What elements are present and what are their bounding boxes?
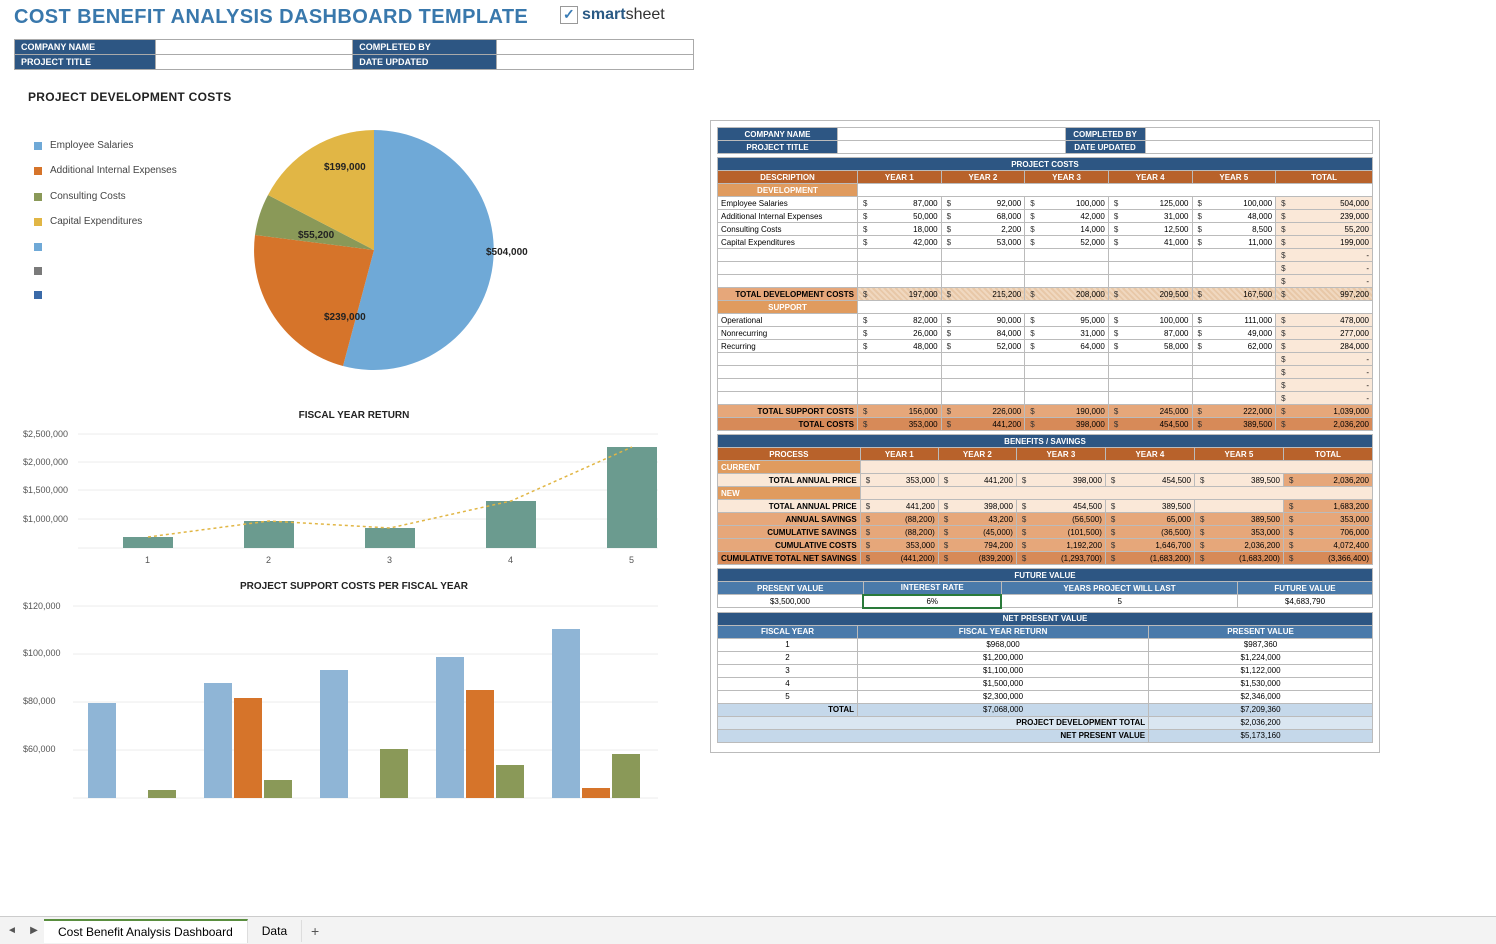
pie-chart: $504,000 $239,000 $55,200 $199,000	[214, 110, 534, 390]
svg-text:4: 4	[508, 555, 513, 565]
project-costs-table: PROJECT COSTS DESCRIPTION YEAR 1 YEAR 2 …	[717, 157, 1373, 431]
svg-text:1: 1	[145, 555, 150, 565]
sheet-tabs: ◄ ▶ Cost Benefit Analysis Dashboard Data…	[0, 916, 1496, 944]
svg-text:$2,000,000: $2,000,000	[23, 457, 68, 467]
company-name-input[interactable]	[155, 40, 352, 55]
pdc-title: PROJECT DEVELOPMENT COSTS	[28, 90, 694, 104]
r-project-input[interactable]	[838, 141, 1066, 154]
svg-text:$1,000,000: $1,000,000	[23, 514, 68, 524]
tab-prev-icon[interactable]: ◄	[2, 921, 22, 941]
r-completed-input[interactable]	[1145, 128, 1373, 141]
svg-text:$2,500,000: $2,500,000	[23, 429, 68, 439]
svg-text:$100,000: $100,000	[23, 648, 61, 658]
svg-text:5: 5	[629, 555, 634, 565]
project-title-input[interactable]	[155, 55, 352, 70]
fyr-title: FISCAL YEAR RETURN	[14, 410, 694, 421]
right-data-sheet: COMPANY NAME COMPLETED BY PROJECT TITLE …	[710, 120, 1380, 753]
tab-next-icon[interactable]: ▶	[24, 921, 44, 941]
completed-by-input[interactable]	[496, 40, 693, 55]
date-updated-input[interactable]	[496, 55, 693, 70]
future-value-table: FUTURE VALUE PRESENT VALUEINTEREST RATEY…	[717, 568, 1373, 609]
tab-dashboard[interactable]: Cost Benefit Analysis Dashboard	[44, 919, 248, 943]
tab-data[interactable]: Data	[248, 920, 302, 942]
company-name-label: COMPANY NAME	[15, 40, 156, 55]
pie-legend: Employee Salaries Additional Internal Ex…	[34, 140, 194, 390]
fiscal-year-return-chart: $2,500,000 $2,000,000 $1,500,000 $1,000,…	[18, 423, 658, 573]
project-title-label: PROJECT TITLE	[15, 55, 156, 70]
svg-text:$1,500,000: $1,500,000	[23, 485, 68, 495]
date-updated-label: DATE UPDATED	[353, 55, 496, 70]
check-icon	[560, 6, 578, 24]
interest-rate-cell[interactable]: 6%	[863, 595, 1001, 608]
svg-text:2: 2	[266, 555, 271, 565]
tab-add-icon[interactable]: +	[302, 923, 328, 939]
psc-title: PROJECT SUPPORT COSTS PER FISCAL YEAR	[14, 581, 694, 592]
left-dashboard: COST BENEFIT ANALYSIS DASHBOARD TEMPLATE…	[14, 6, 694, 804]
info-table-left: COMPANY NAME COMPLETED BY PROJECT TITLE …	[14, 39, 694, 70]
svg-text:$239,000: $239,000	[324, 312, 366, 323]
completed-by-label: COMPLETED BY	[353, 40, 496, 55]
support-costs-chart: $120,000 $100,000 $80,000 $60,000	[18, 594, 658, 804]
npv-table: NET PRESENT VALUE FISCAL YEARFISCAL YEAR…	[717, 612, 1373, 743]
svg-text:$55,200: $55,200	[298, 230, 335, 241]
svg-text:$120,000: $120,000	[23, 601, 61, 611]
r-date-input[interactable]	[1145, 141, 1373, 154]
svg-text:$80,000: $80,000	[23, 696, 56, 706]
benefits-table: BENEFITS / SAVINGS PROCESS YEAR 1YEAR 2Y…	[717, 434, 1373, 565]
svg-text:$504,000: $504,000	[486, 247, 528, 258]
svg-text:3: 3	[387, 555, 392, 565]
smartsheet-logo: smartsheet	[560, 6, 665, 24]
svg-text:$60,000: $60,000	[23, 744, 56, 754]
svg-text:$199,000: $199,000	[324, 162, 366, 173]
r-company-input[interactable]	[838, 128, 1066, 141]
